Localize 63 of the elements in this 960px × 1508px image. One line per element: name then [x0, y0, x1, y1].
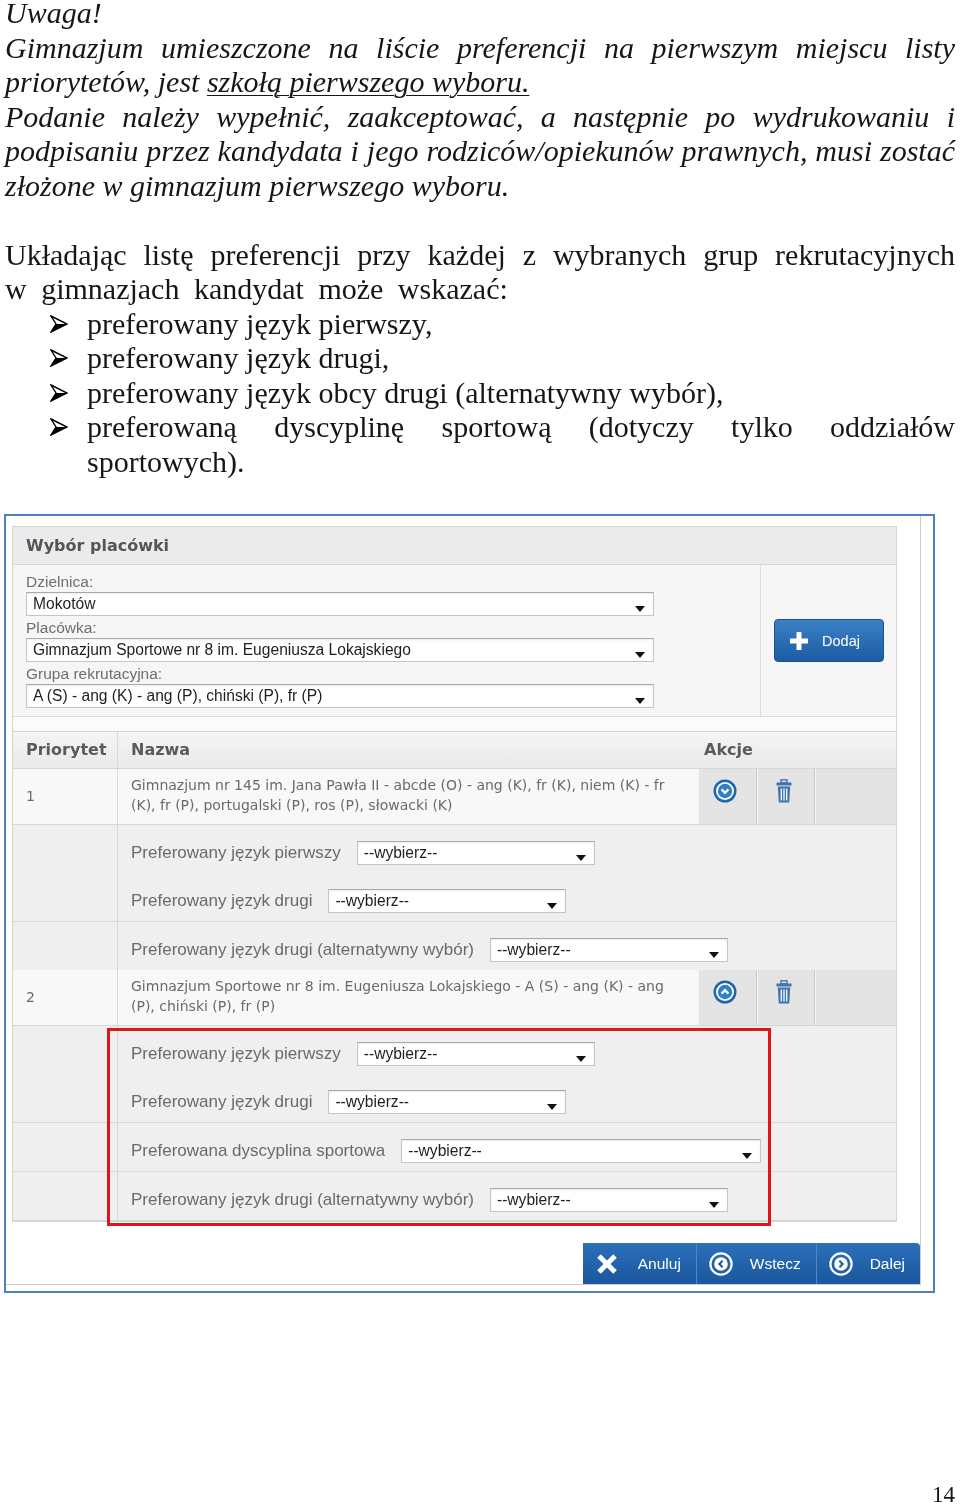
- column-header: Akcje: [698, 732, 896, 768]
- dropdown[interactable]: --wybierz--: [356, 841, 595, 865]
- notice-paragraph: Podanie należy wypełnić, zaakceptować, a następnie po wydrukowaniu i podpisaniu przez kandydata i jego rodziców/opiekunów prawnych, musi zostać złożone w gimnazjum pierwszego wyboru.: [5, 99, 955, 203]
- arrowhead-bullet-icon: [50, 314, 68, 333]
- list-item-text: preferowaną dyscyplinę sportową (dotyczy tylko oddziałów sportowych).: [87, 410, 955, 479]
- caret-icon: [635, 652, 645, 658]
- list-item-text: preferowany język pierwszy,: [87, 306, 434, 341]
- cancel-button[interactable]: Anuluj: [582, 1243, 696, 1284]
- field-label: Placówka:: [26, 618, 97, 638]
- field-label: Preferowany język pierwszy: [131, 843, 341, 863]
- dropdown[interactable]: --wybierz--: [328, 1090, 567, 1114]
- field-label: Preferowany język drugi (alternatywny wybór): [131, 940, 474, 960]
- field-label: Preferowany język drugi: [131, 891, 313, 911]
- arrowhead-bullet-icon: [50, 383, 68, 402]
- delete-button[interactable]: [757, 970, 815, 1025]
- caret-icon: [742, 1153, 753, 1159]
- field-label: Preferowany język pierwszy: [131, 1044, 341, 1064]
- back-button[interactable]: Wstecz: [695, 1243, 816, 1284]
- trash-icon: [774, 980, 793, 1004]
- notice-paragraph: Gimnazjum umieszczone na liście preferencji na pierwszym miejscu listy priorytetów, jest szkołą pierwszego wyboru.: [5, 30, 955, 100]
- field-label: Preferowana dyscyplina sportowa: [131, 1141, 386, 1161]
- move-down-button[interactable]: [698, 769, 757, 824]
- field-label: Dzielnica:: [26, 572, 94, 592]
- dropdown[interactable]: --wybierz--: [328, 889, 567, 913]
- dropdown[interactable]: --wybierz--: [401, 1139, 762, 1163]
- chevron-right-circle-icon: [828, 1251, 853, 1276]
- notice-title: Uwaga!: [5, 0, 103, 31]
- caret-icon: [708, 952, 719, 958]
- chevron-down-circle-icon: [713, 779, 737, 803]
- dropdown[interactable]: --wybierz--: [489, 938, 728, 962]
- plus-icon: [789, 630, 810, 651]
- field-label: Grupa rekrutacyjna:: [26, 664, 163, 684]
- caret-icon: [635, 606, 645, 612]
- next-button[interactable]: Dalej: [815, 1243, 920, 1284]
- panel-title: Wybór placówki: [13, 527, 896, 565]
- column-header: Nazwa: [118, 732, 698, 768]
- trash-icon: [774, 779, 793, 803]
- add-button[interactable]: Dodaj: [773, 619, 884, 662]
- caret-icon: [575, 855, 586, 861]
- dropdown[interactable]: Mokotów: [26, 592, 654, 616]
- chevron-up-circle-icon: [713, 980, 737, 1004]
- caret-icon: [547, 1104, 558, 1110]
- arrowhead-bullet-icon: [50, 349, 68, 367]
- caret-icon: [547, 903, 558, 909]
- dropdown[interactable]: A (S) - ang (K) - ang (P), chiński (P), fr (P): [26, 684, 654, 708]
- instructions-paragraph: Układając listę preferencji przy każdej z wybranych grup rekrutacyjnych w gimnazjach kandydat może wskazać:: [5, 237, 955, 307]
- caret-icon: [635, 698, 645, 704]
- close-icon: [595, 1252, 618, 1275]
- field-label: Preferowany język drugi: [131, 1092, 313, 1112]
- list-item-text: preferowany język drugi,: [87, 341, 391, 376]
- move-up-button[interactable]: [698, 970, 757, 1025]
- arrowhead-bullet-icon: [50, 418, 68, 436]
- list-item-text: preferowany język obcy drugi (alternatywny wybór),: [87, 375, 725, 410]
- caret-icon: [575, 1056, 586, 1062]
- column-header: Priorytet: [13, 732, 118, 768]
- chevron-left-circle-icon: [708, 1251, 733, 1276]
- dropdown[interactable]: Gimnazjum Sportowe nr 8 im. Eugeniusza Lokajskiego: [26, 638, 654, 662]
- page-number: 14: [931, 1484, 956, 1506]
- dropdown[interactable]: --wybierz--: [489, 1188, 728, 1212]
- dropdown[interactable]: --wybierz--: [356, 1042, 595, 1066]
- field-label: Preferowany język drugi (alternatywny wybór): [131, 1190, 474, 1210]
- caret-icon: [708, 1202, 719, 1208]
- delete-button[interactable]: [757, 769, 815, 824]
